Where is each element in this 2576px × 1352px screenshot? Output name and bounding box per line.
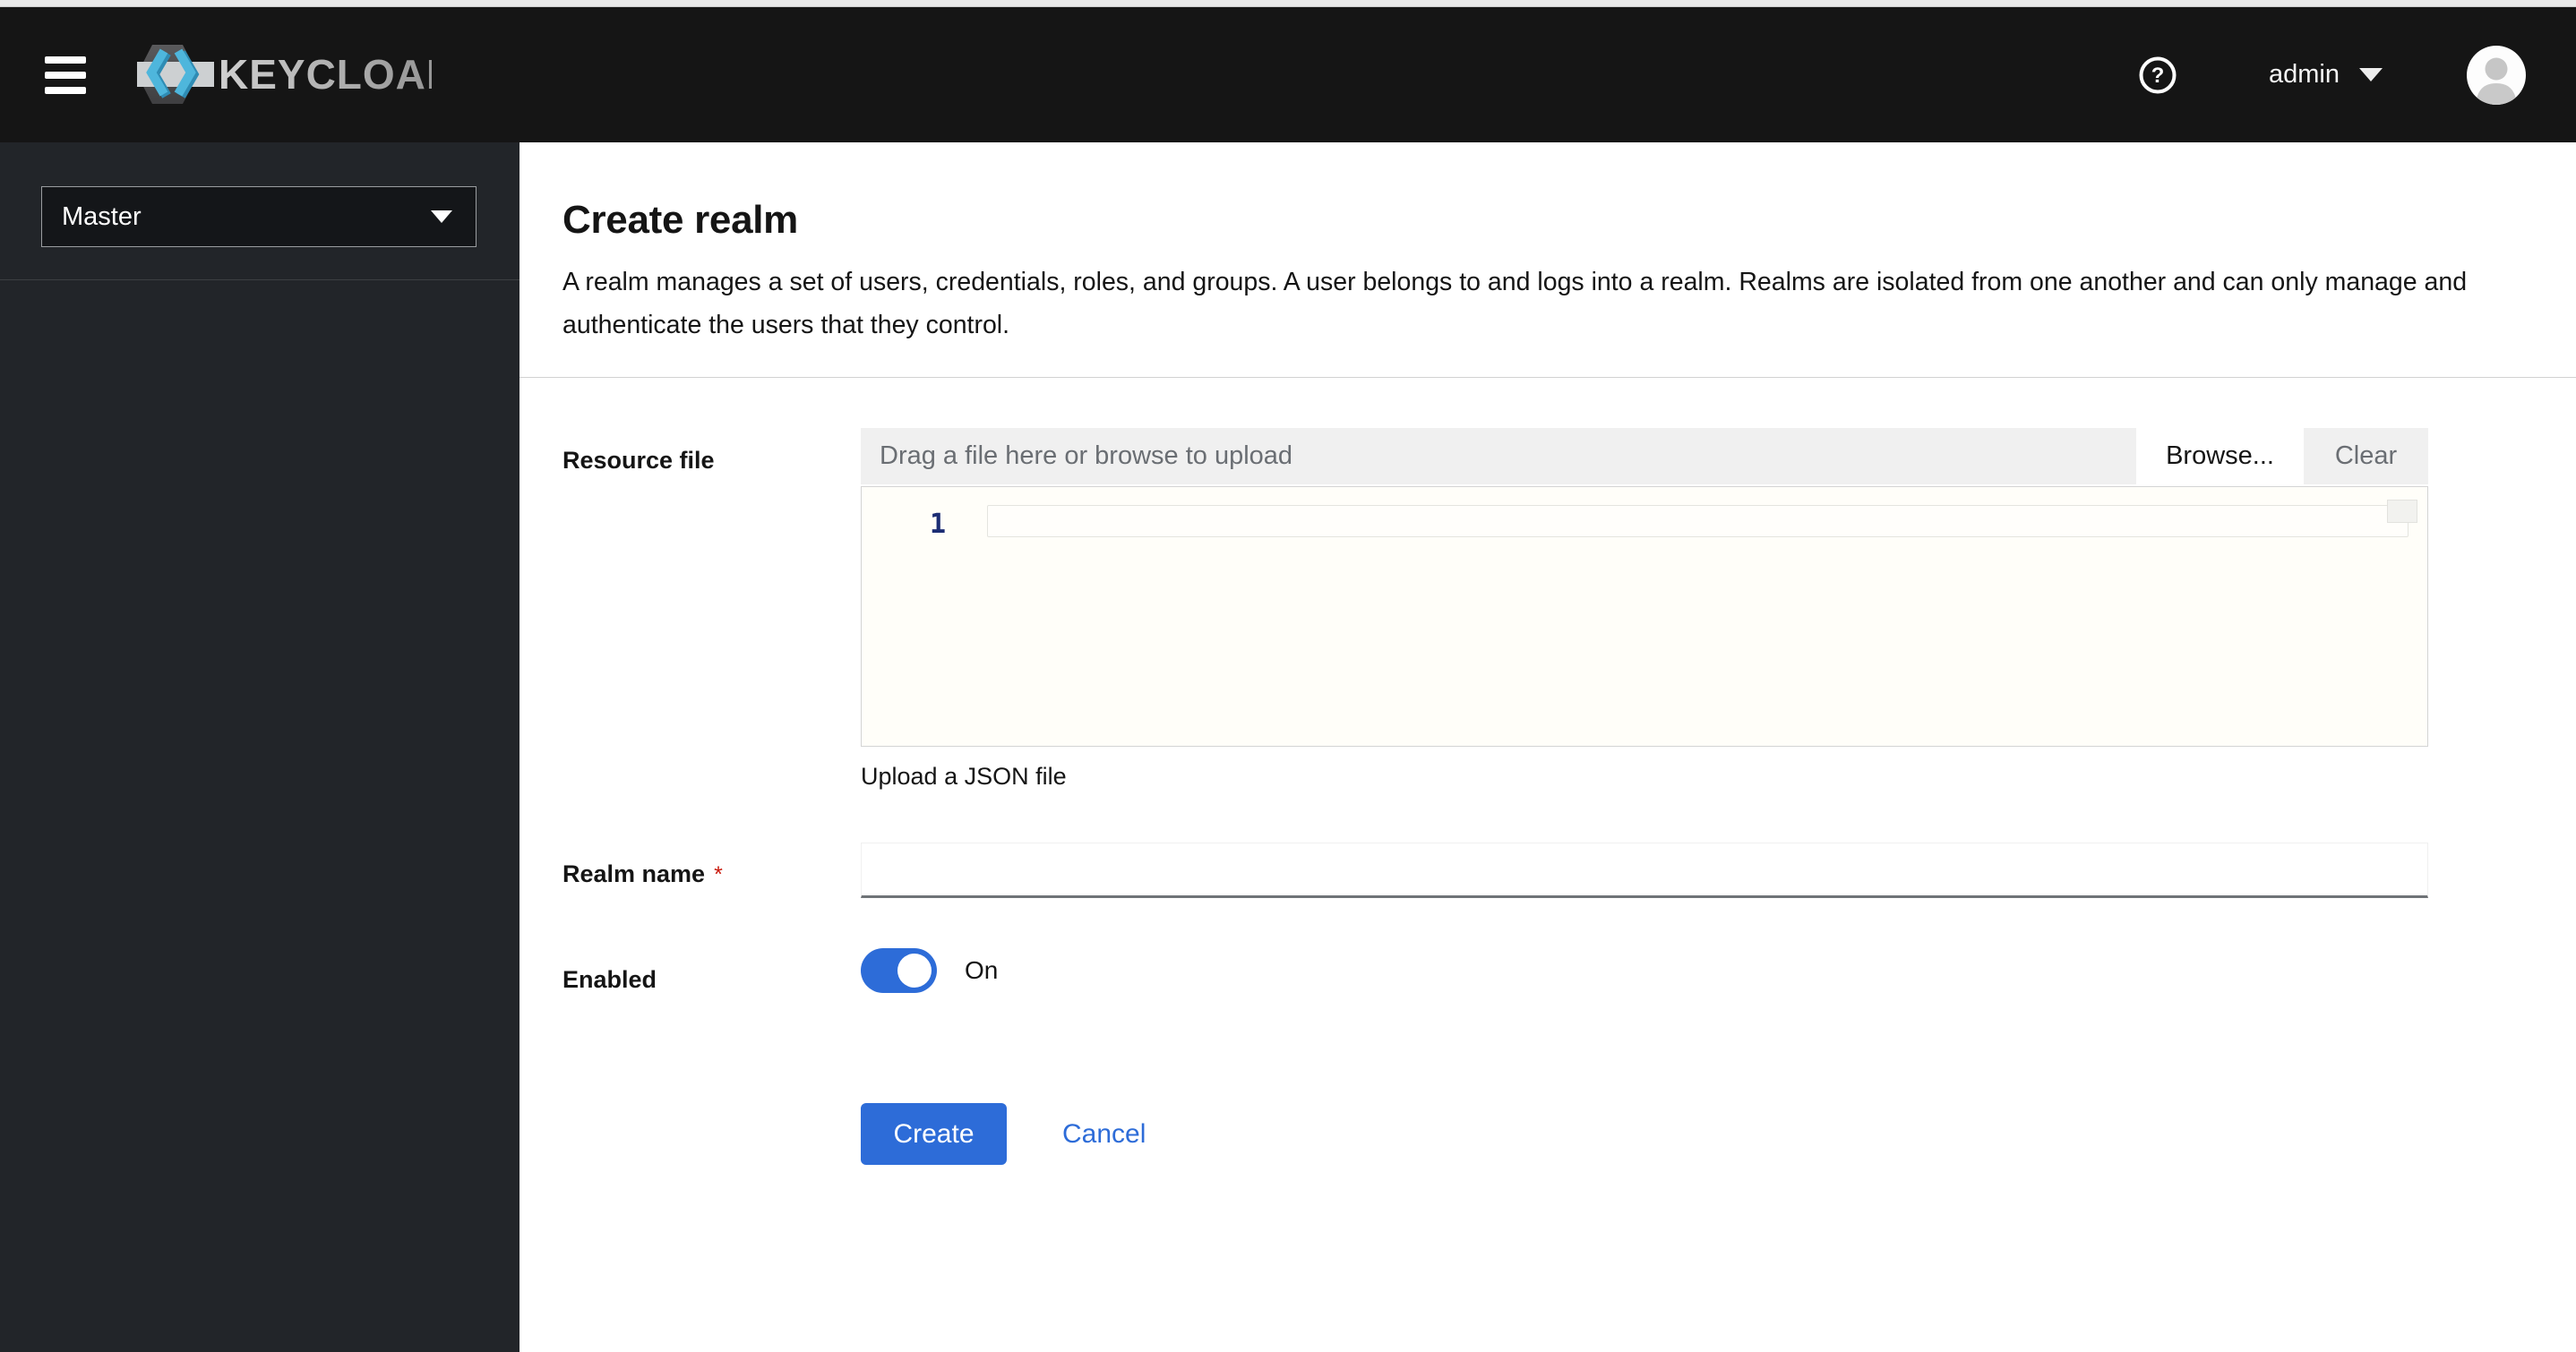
toggle-knob xyxy=(897,953,932,988)
realm-name-label-text: Realm name xyxy=(562,860,706,887)
form-actions: Create Cancel xyxy=(861,1103,2428,1165)
resource-file-field: Drag a file here or browse to upload Bro… xyxy=(861,428,2428,791)
keycloak-logo-graphic: KEYCLOAK xyxy=(137,44,432,104)
json-code-editor[interactable]: 1 xyxy=(861,486,2428,747)
masthead-right: ? admin xyxy=(2138,45,2526,105)
actions-row: Create Cancel xyxy=(562,1103,2428,1165)
hamburger-bar xyxy=(45,86,86,94)
main-content: Create realm A realm manages a set of us… xyxy=(519,142,2576,1352)
actions-spacer xyxy=(562,1103,861,1165)
realm-name-row: Realm name * xyxy=(562,843,2428,898)
file-drop-zone[interactable]: Drag a file here or browse to upload Bro… xyxy=(861,428,2428,484)
sidebar: Master xyxy=(0,142,519,1352)
brand-text: KEYCLOAK xyxy=(219,51,432,98)
editor-active-line[interactable] xyxy=(987,505,2409,537)
user-dropdown[interactable]: admin xyxy=(2263,59,2388,90)
nav-toggle-button[interactable] xyxy=(45,56,86,94)
toggle-state-label: On xyxy=(965,955,999,984)
browse-button[interactable]: Browse... xyxy=(2136,428,2304,484)
create-realm-form: Resource file Drag a file here or browse… xyxy=(519,378,2576,1165)
cancel-button[interactable]: Cancel xyxy=(1062,1119,1146,1150)
resource-file-row: Resource file Drag a file here or browse… xyxy=(562,428,2428,791)
enabled-field: On xyxy=(861,946,2428,994)
help-icon: ? xyxy=(2139,56,2177,93)
resource-file-label: Resource file xyxy=(562,447,715,474)
realm-selector-wrap: Master xyxy=(0,142,519,247)
resource-file-helper: Upload a JSON file xyxy=(861,763,1067,790)
avatar-icon xyxy=(2467,45,2526,105)
svg-text:?: ? xyxy=(2151,64,2165,88)
enabled-label: Enabled xyxy=(562,966,657,993)
required-asterisk: * xyxy=(714,862,723,887)
realm-selector[interactable]: Master xyxy=(41,186,477,247)
page-title: Create realm xyxy=(562,198,798,242)
editor-line-number: 1 xyxy=(929,509,946,540)
realm-selector-value: Master xyxy=(62,201,142,231)
enabled-toggle[interactable] xyxy=(861,947,937,993)
chevron-down-icon xyxy=(2359,68,2383,81)
file-drop-placeholder: Drag a file here or browse to upload xyxy=(880,441,1293,470)
page-description: A realm manages a set of users, credenti… xyxy=(562,268,2468,339)
create-button[interactable]: Create xyxy=(861,1103,1007,1165)
chevron-down-icon xyxy=(431,210,452,223)
page-header: Create realm A realm manages a set of us… xyxy=(519,142,2576,347)
browser-edge-strip xyxy=(0,0,2576,7)
username: admin xyxy=(2269,60,2340,89)
page-layout: Master Create realm A realm manages a se… xyxy=(0,142,2576,1352)
avatar[interactable] xyxy=(2467,45,2526,105)
keycloak-logo: KEYCLOAK xyxy=(136,42,432,108)
help-button[interactable]: ? xyxy=(2138,56,2177,95)
hamburger-bar xyxy=(45,71,86,79)
masthead: KEYCLOAK ? admin xyxy=(0,7,2576,142)
editor-scrollbar-corner xyxy=(2387,500,2417,523)
sidebar-divider xyxy=(0,279,519,280)
realm-name-label: Realm name * xyxy=(562,843,861,898)
hamburger-bar xyxy=(45,56,86,64)
realm-name-field-wrap xyxy=(861,843,2428,898)
realm-name-input[interactable] xyxy=(861,843,2428,898)
enabled-row: Enabled On xyxy=(562,946,2428,994)
clear-button[interactable]: Clear xyxy=(2304,428,2428,484)
